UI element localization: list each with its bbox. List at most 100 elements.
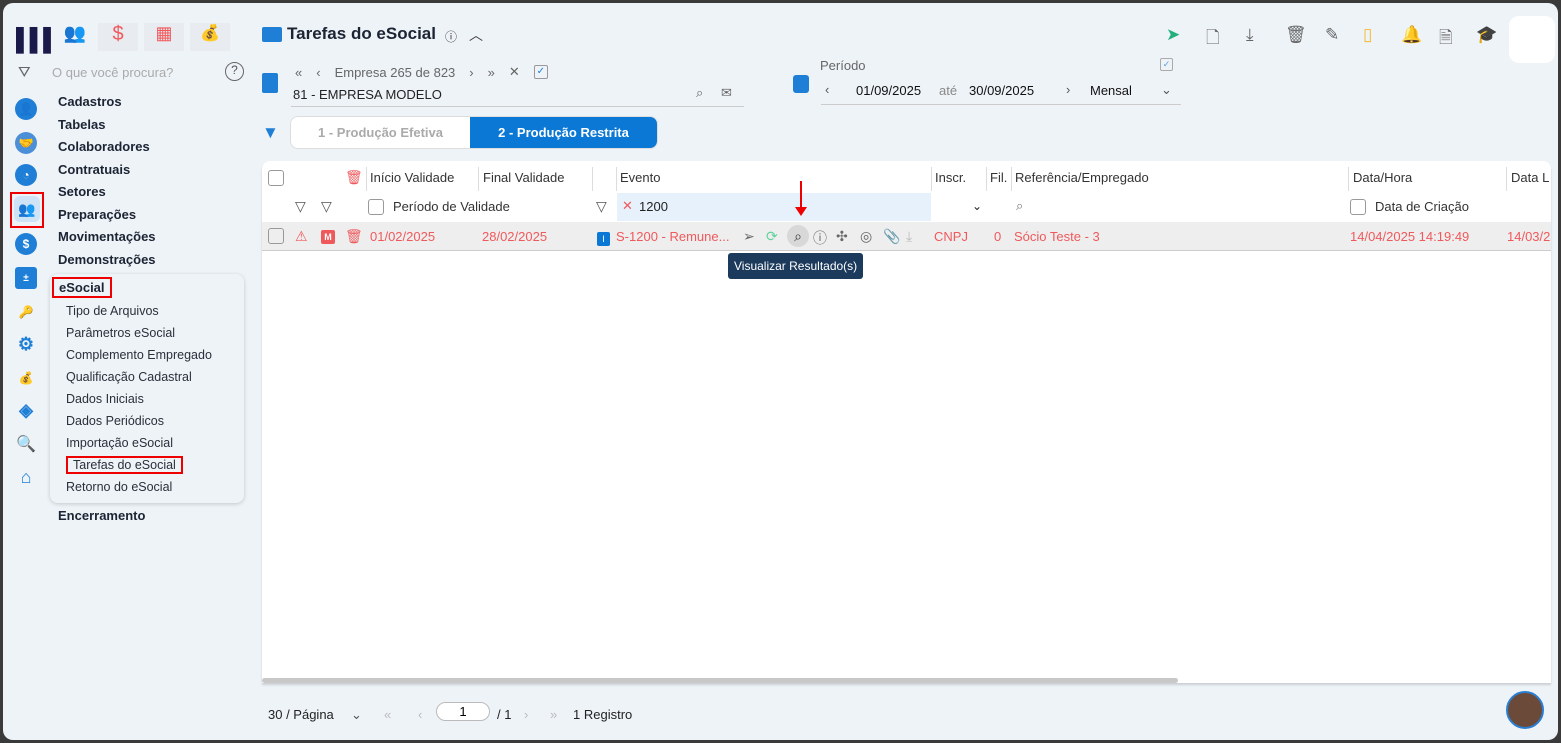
per-page-select[interactable]: 30 / Página <box>268 707 334 722</box>
submenu-parametros[interactable]: Parâmetros eSocial <box>66 326 175 340</box>
people-module-icon[interactable]: 👥 <box>10 192 44 228</box>
home-icon[interactable]: ⌂ <box>15 466 37 488</box>
col-data-hora[interactable]: Data/Hora <box>1353 170 1412 185</box>
dollar-icon[interactable]: $ <box>98 23 138 51</box>
info-icon[interactable]: ⓘ <box>445 28 457 45</box>
bell-icon[interactable]: 🔔 <box>1401 25 1422 45</box>
search-icon[interactable]: ⌕ <box>1016 198 1023 214</box>
col-evento[interactable]: Evento <box>620 170 660 185</box>
clear-filter-icon[interactable]: ✕ <box>622 198 633 214</box>
tab-producao-restrita[interactable]: 2 - Produção Restrita <box>470 117 657 148</box>
download-icon[interactable]: ⤓ <box>906 228 912 245</box>
period-checkbox[interactable]: ✓ <box>1160 58 1173 71</box>
row-delete-icon[interactable]: 🗑 <box>345 228 363 245</box>
menu-esocial[interactable]: eSocial <box>52 277 112 298</box>
filter-icon[interactable]: ▽ <box>321 198 332 215</box>
document-icon[interactable]: 🗋 <box>1206 25 1220 54</box>
menu-cadastros[interactable]: Cadastros <box>58 94 122 109</box>
menu-preparacoes[interactable]: Preparações <box>58 207 136 222</box>
col-final-validade[interactable]: Final Validade <box>483 170 564 185</box>
submenu-dados-periodicos[interactable]: Dados Periódicos <box>66 414 164 428</box>
submenu-retorno[interactable]: Retorno do eSocial <box>66 480 172 494</box>
last-company-button[interactable]: » <box>488 65 495 80</box>
chevron-down-icon[interactable]: ⌄ <box>1161 82 1172 98</box>
submenu-dados-iniciais[interactable]: Dados Iniciais <box>66 392 144 406</box>
handshake-icon[interactable]: 🤝 <box>15 132 37 154</box>
horizontal-scrollbar[interactable] <box>262 678 1178 683</box>
money-bag-blue-icon[interactable]: 💰 <box>15 367 37 389</box>
menu-demonstracoes[interactable]: Demonstrações <box>58 252 156 267</box>
first-page-button[interactable]: « <box>384 707 391 722</box>
send-icon[interactable]: ➢ <box>743 228 755 245</box>
fingerprint-icon[interactable]: ◎ <box>860 228 872 245</box>
period-mode-select[interactable]: Mensal <box>1090 83 1132 98</box>
period-field[interactable]: ‹ 01/09/2025 até 30/09/2025 › Mensal ⌄ <box>821 80 1181 105</box>
submenu-importacao[interactable]: Importação eSocial <box>66 436 173 450</box>
key-icon[interactable]: 🔑 <box>15 301 37 323</box>
company-field[interactable]: 81 - EMPRESA MODELO ⌕ ✉ <box>291 83 744 107</box>
last-page-button[interactable]: » <box>550 707 557 722</box>
avatar[interactable] <box>1506 691 1544 729</box>
tab-producao-efetiva[interactable]: 1 - Produção Efetiva <box>291 117 470 148</box>
calculator-icon[interactable]: ▦ <box>144 23 184 51</box>
attachment-icon[interactable]: 📎 <box>883 228 900 245</box>
submenu-qualificacao[interactable]: Qualificação Cadastral <box>66 370 192 384</box>
info-icon[interactable]: ⓘ <box>813 228 827 248</box>
table-row[interactable]: ⚠ M 🗑 01/02/2025 28/02/2025 I S-1200 - R… <box>262 222 1551 251</box>
layers-icon[interactable]: ◈ <box>15 399 37 421</box>
send-icon[interactable]: ➤ <box>1166 25 1180 45</box>
menu-movimentacoes[interactable]: Movimentações <box>58 229 156 244</box>
download-icon[interactable]: ⤓ <box>1246 25 1254 45</box>
user-card[interactable] <box>1509 16 1555 63</box>
refresh-icon[interactable]: ⟳ <box>766 228 778 245</box>
graduation-icon[interactable]: 🎓 <box>1476 25 1497 45</box>
cadastros-icon[interactable]: 👤 <box>15 98 37 120</box>
submenu-complemento[interactable]: Complemento Empregado <box>66 348 212 362</box>
evento-filter-input[interactable]: ✕ 1200 <box>617 193 931 221</box>
page-input[interactable]: 1 <box>436 702 490 721</box>
funnel-icon[interactable]: ▼ <box>262 123 279 143</box>
submenu-tipo-arquivos[interactable]: Tipo de Arquivos <box>66 304 159 318</box>
collapse-icon[interactable]: ︿ <box>469 25 483 45</box>
people-icon[interactable]: 👥 <box>58 23 92 51</box>
filter-icon[interactable]: ⛛ <box>18 64 31 81</box>
inscr-dropdown-icon[interactable]: ⌄ <box>972 199 982 213</box>
filter-icon[interactable]: ▽ <box>295 198 306 215</box>
clock-icon[interactable]: ◔ <box>15 164 37 186</box>
data-criacao-checkbox[interactable] <box>1350 199 1366 215</box>
gear-icon[interactable]: ⚙ <box>15 333 37 355</box>
chevron-down-icon[interactable]: ⌄ <box>351 707 362 723</box>
col-data-l[interactable]: Data L <box>1511 170 1549 185</box>
col-fil[interactable]: Fil. <box>990 170 1007 185</box>
calc-icon[interactable]: ± <box>15 267 37 289</box>
validade-filter-checkbox[interactable] <box>368 199 384 215</box>
search-module-icon[interactable]: 🔍 <box>15 433 37 455</box>
broom-icon[interactable]: ✎ <box>1325 25 1339 45</box>
next-period-button[interactable]: › <box>1066 82 1070 97</box>
delete-all-icon[interactable]: 🗑 <box>345 169 363 186</box>
puzzle-icon[interactable]: ✣ <box>836 228 848 245</box>
menu-tabelas[interactable]: Tabelas <box>58 117 105 132</box>
menu-search-input[interactable]: O que você procura? <box>52 65 173 80</box>
select-all-checkbox[interactable] <box>268 170 284 186</box>
col-referencia[interactable]: Referência/Empregado <box>1015 170 1149 185</box>
next-page-button[interactable]: › <box>524 707 528 722</box>
report-search-icon[interactable]: 🗎 <box>1439 25 1453 54</box>
menu-setores[interactable]: Setores <box>58 184 106 199</box>
search-icon[interactable]: ⌕ <box>696 85 703 101</box>
clear-company-icon[interactable]: ✕ <box>509 64 520 80</box>
prev-page-button[interactable]: ‹ <box>418 707 422 722</box>
period-to[interactable]: 30/09/2025 <box>969 83 1034 98</box>
money-bag-icon[interactable]: 💰 <box>190 23 230 51</box>
menu-colaboradores[interactable]: Colaboradores <box>58 139 150 154</box>
dollar-circle-icon[interactable]: $ <box>15 233 37 255</box>
next-company-button[interactable]: › <box>469 65 473 80</box>
col-inscr[interactable]: Inscr. <box>935 170 966 185</box>
col-inicio-validade[interactable]: Início Validade <box>370 170 454 185</box>
prev-period-button[interactable]: ‹ <box>825 82 829 97</box>
row-checkbox[interactable] <box>268 228 284 244</box>
filter-icon[interactable]: ▽ <box>596 198 607 215</box>
company-checkbox[interactable]: ✓ <box>533 65 548 79</box>
prev-company-button[interactable]: ‹ <box>316 65 320 80</box>
menu-encerramento[interactable]: Encerramento <box>58 508 145 523</box>
